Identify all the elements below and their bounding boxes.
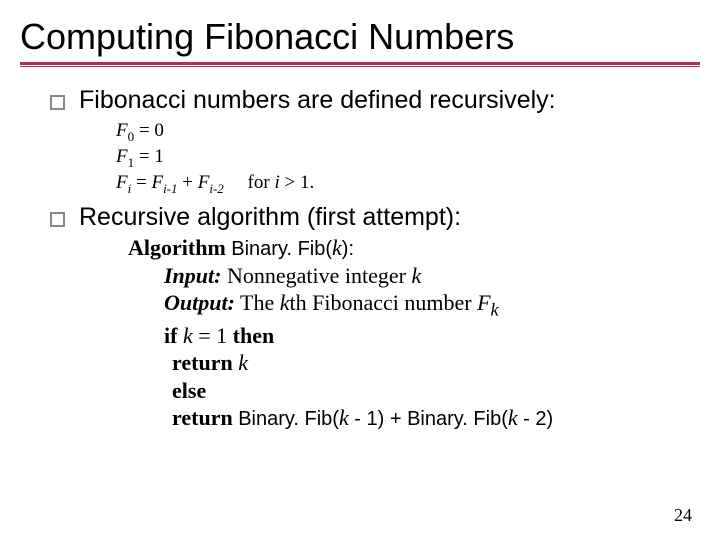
fi-sym: F (116, 172, 128, 193)
bullet-square-icon (50, 212, 65, 227)
title-underline (20, 62, 700, 68)
kw-if: if (164, 323, 183, 348)
kw-algorithm: Algorithm (128, 235, 231, 260)
algo-else: else (172, 377, 700, 405)
var-k: k (280, 290, 290, 315)
f1-sym: F (116, 146, 128, 167)
fn-name: Binary. Fib( (407, 408, 508, 430)
algo-return-rec: return Binary. Fib(k - 1) + Binary. Fib(… (172, 404, 700, 432)
output-text1: The (235, 290, 280, 315)
slide-title: Computing Fibonacci Numbers (20, 18, 700, 56)
kw-input: Input: (164, 263, 221, 288)
fib-definitions: F0 = 0 F1 = 1 Fi = Fi-1 + Fi-2 for i > 1… (116, 119, 700, 197)
algo-input: Input: Nonnegative integer k (164, 262, 700, 290)
algo-header: Algorithm Binary. Fib(k): (128, 234, 700, 262)
kw-return: return (172, 405, 238, 430)
bullet-2-text: Recursive algorithm (first attempt): (79, 203, 461, 232)
kw-else: else (172, 378, 206, 403)
fi-cond-tail: > 1. (280, 172, 314, 193)
output-text2: th Fibonacci number (290, 290, 478, 315)
input-text: Nonnegative integer (221, 263, 411, 288)
algo-if: if k = 1 then (164, 322, 700, 350)
fn-name: Binary. Fib( (231, 238, 332, 260)
f0-rhs: = 0 (134, 120, 164, 141)
out-Fk-F: F (477, 290, 490, 315)
bullet-2: Recursive algorithm (first attempt): (50, 203, 700, 232)
bullet-1: Fibonacci numbers are defined recursivel… (50, 86, 700, 115)
f1-rhs: = 1 (134, 146, 164, 167)
if-cond: = 1 (193, 323, 233, 348)
kw-output: Output: (164, 290, 235, 315)
fim1-sub: i-1 (163, 181, 177, 196)
var-k: k (411, 263, 421, 288)
arg2-tail: - 2) (518, 408, 554, 430)
kw-return: return (172, 350, 238, 375)
out-Fk-k: k (491, 300, 499, 320)
kw-then: then (233, 323, 275, 348)
var-k: k (339, 405, 349, 430)
bullet-square-icon (50, 95, 65, 110)
fim2-sub: i-2 (209, 181, 223, 196)
page-number: 24 (674, 505, 692, 526)
var-k: k (332, 235, 342, 260)
algo-return-k: return k (172, 349, 700, 377)
fim1-sym: F (151, 172, 163, 193)
f0-sym: F (116, 120, 128, 141)
algo-output: Output: The kth Fibonacci number Fk (164, 289, 700, 321)
close-colon: ): (342, 238, 354, 260)
fim2-sym: F (198, 172, 210, 193)
algorithm-block: Algorithm Binary. Fib(k): Input: Nonnega… (128, 234, 700, 432)
fi-cond: for (224, 172, 275, 193)
var-k: k (508, 405, 518, 430)
var-k: k (183, 323, 193, 348)
fn-name: Binary. Fib( (238, 408, 339, 430)
var-k: k (238, 350, 248, 375)
fi-eq: = (131, 172, 151, 193)
arg1-tail: - 1) + (349, 408, 407, 430)
fi-plus: + (178, 172, 198, 193)
bullet-1-text: Fibonacci numbers are defined recursivel… (79, 86, 556, 115)
